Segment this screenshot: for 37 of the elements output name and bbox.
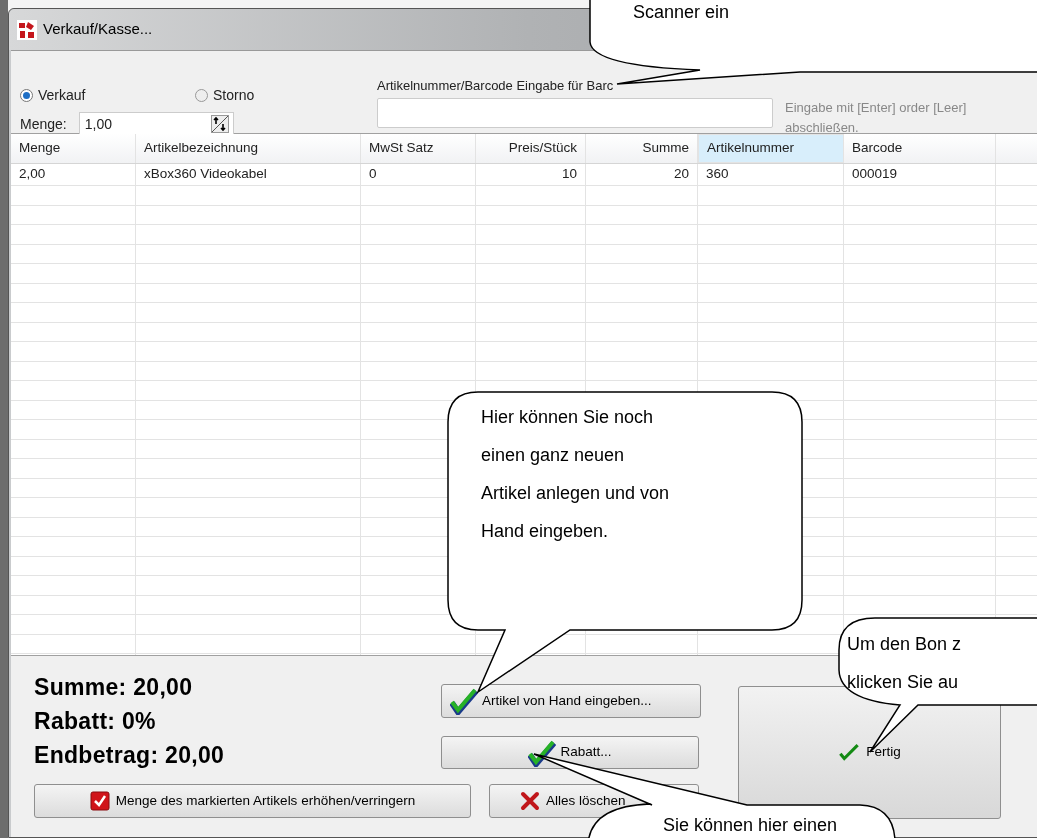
table-cell: 000019 (844, 164, 996, 185)
change-quantity-button[interactable]: Menge des markierten Artikels erhöhen/verringern (34, 784, 471, 818)
table-cell: 2,00 (11, 164, 136, 185)
column-header[interactable]: Menge (11, 134, 136, 163)
column-header[interactable]: Artikelnummer (698, 134, 844, 163)
table-cell: 10 (476, 164, 586, 185)
window-title: Verkauf/Kasse... (43, 19, 153, 40)
column-header[interactable]: Artikelbezeichnung (136, 134, 361, 163)
cross-icon (520, 791, 540, 811)
radio-label[interactable]: Verkauf (38, 85, 86, 106)
radio-button[interactable] (195, 89, 208, 102)
checkmark-icon (450, 687, 478, 715)
column-header[interactable]: MwSt Satz (361, 134, 476, 163)
checkmark-icon (528, 738, 557, 767)
article-input-field[interactable] (377, 98, 773, 128)
column-header[interactable]: Barcode (844, 134, 996, 163)
input-hint-text: Eingabe mit [Enter] order [Leer] abschließen. (785, 99, 968, 137)
total-text: Rabatt: 0% (34, 707, 157, 736)
table-cell: 20 (586, 164, 698, 185)
column-header[interactable]: Preis/Stück (476, 134, 586, 163)
callout-tooltip-text: Scanner ein (633, 1, 730, 24)
radio-button[interactable] (20, 89, 33, 102)
article-input-label: Artikelnummer/Barcode Eingabe für Barc (377, 78, 615, 94)
spin-arrows-icon[interactable] (210, 115, 229, 133)
add-article-button[interactable]: Artikel von Hand eingeben... (441, 684, 701, 718)
app-logo-icon (17, 19, 37, 40)
quantity-label: Menge: (20, 114, 67, 134)
total-text: Endbetrag: 20,00 (34, 741, 226, 770)
table-cell: xBox360 Videokabel (136, 164, 361, 185)
quantity-field[interactable]: 1,00 (78, 112, 234, 136)
callout-tooltip-text: Hier können Sie noch einen ganz neuen Artikel anlegen und von Hand eingeben. (481, 406, 670, 543)
radio-label[interactable]: Storno (213, 85, 255, 106)
discount-button[interactable]: Rabatt... (441, 736, 699, 769)
table-cell: 0 (361, 164, 476, 185)
table-cell: 360 (698, 164, 844, 185)
total-text: Summe: 20,00 (34, 673, 194, 702)
checkbox-icon (89, 791, 110, 811)
